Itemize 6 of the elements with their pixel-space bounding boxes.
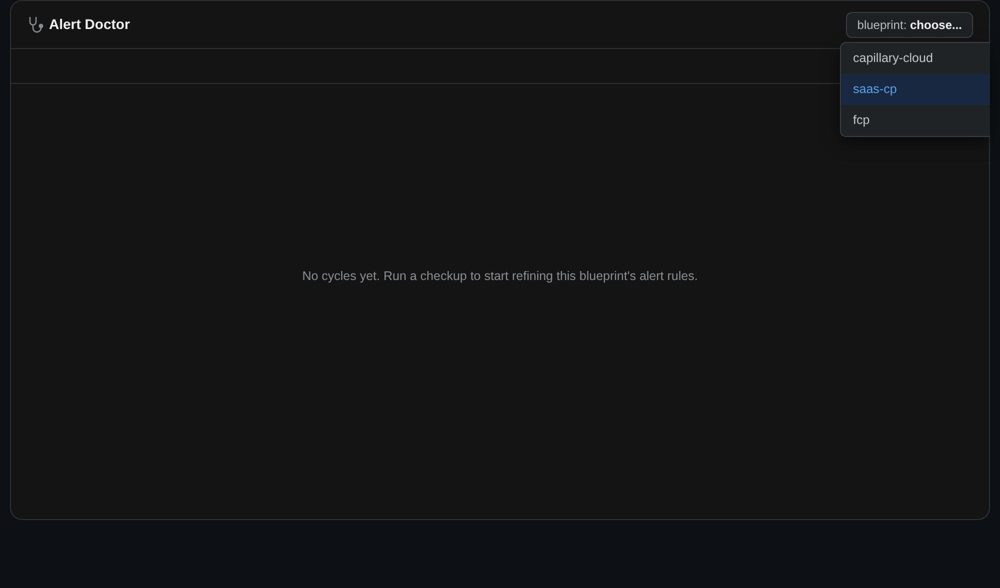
empty-state-message: No cycles yet. Run a checkup to start refining this blueprint's alert rules. <box>302 268 698 286</box>
dropdown-option[interactable]: saas-cp <box>841 74 990 105</box>
blueprint-dropdown[interactable]: blueprint: choose... <box>846 12 973 38</box>
dropdown-option[interactable]: fcp <box>841 105 990 136</box>
app-title: Alert Doctor <box>49 15 130 34</box>
dropdown-option[interactable]: capillary-cloud <box>841 43 990 74</box>
